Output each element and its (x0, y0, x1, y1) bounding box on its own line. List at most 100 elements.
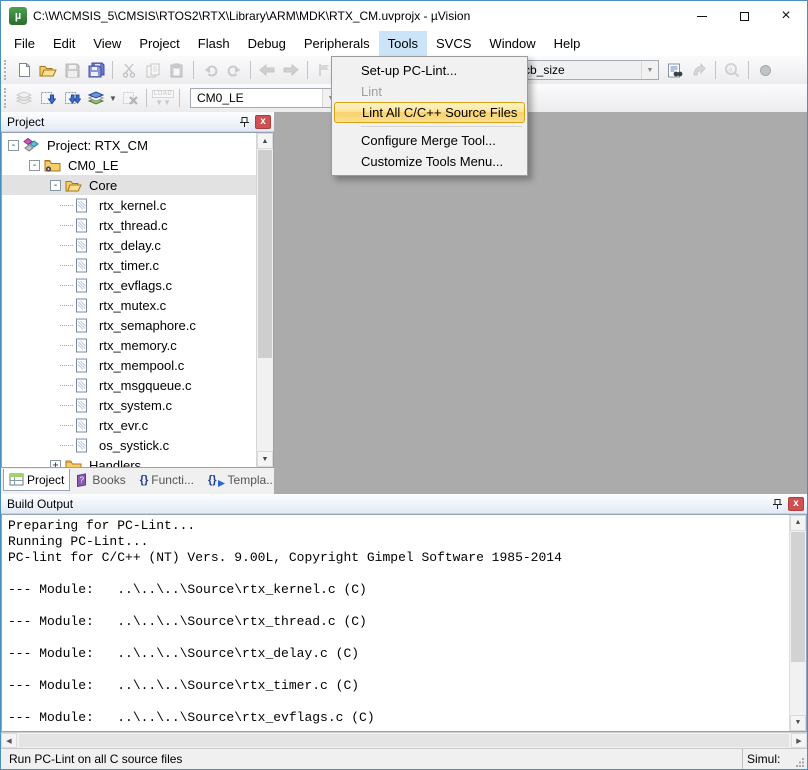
project-tree-scrollbar[interactable]: ▲ ▼ (256, 133, 273, 467)
menu-item-lint-all[interactable]: Lint All C/C++ Source Files (334, 102, 525, 123)
stop-build-button[interactable] (118, 86, 142, 110)
maximize-button[interactable] (723, 1, 765, 31)
find-in-files-button[interactable] (663, 58, 687, 82)
pin-button[interactable] (769, 496, 785, 511)
pin-button[interactable] (236, 114, 252, 129)
tab-functions[interactable]: {} Functi... (135, 469, 199, 491)
navigate-back-button[interactable] (255, 58, 279, 82)
close-button[interactable]: × (765, 1, 807, 31)
incremental-find-button[interactable] (687, 58, 711, 82)
menu-svcs[interactable]: SVCS (427, 31, 480, 56)
tree-item-file[interactable]: rtx_evflags.c (2, 275, 273, 295)
menu-view[interactable]: View (84, 31, 130, 56)
menu-peripherals[interactable]: Peripherals (295, 31, 379, 56)
expand-expander-icon[interactable]: + (50, 460, 61, 469)
new-file-button[interactable] (12, 58, 36, 82)
tab-project[interactable]: Project (3, 469, 70, 491)
translate-button[interactable] (12, 86, 36, 110)
build-output-hscrollbar[interactable]: ◀ ▶ (1, 732, 807, 748)
open-file-button[interactable] (36, 58, 60, 82)
paste-button[interactable] (165, 58, 189, 82)
tree-item-project-root[interactable]: - Project: RTX_CM (2, 135, 273, 155)
menu-flash[interactable]: Flash (189, 31, 239, 56)
tab-books[interactable]: ? Books (70, 469, 130, 491)
tree-item-file[interactable]: rtx_memory.c (2, 335, 273, 355)
log-line: Running PC-Lint... (8, 534, 800, 550)
toolbar-grip[interactable] (4, 60, 8, 80)
undo-button[interactable] (198, 58, 222, 82)
menu-item-customize-tools-menu[interactable]: Customize Tools Menu... (334, 151, 525, 172)
tree-item-file[interactable]: rtx_mutex.c (2, 295, 273, 315)
build-output-vscrollbar[interactable]: ▲ ▼ (789, 515, 806, 731)
minimize-button[interactable] (681, 1, 723, 31)
breakpoint-indicator-button[interactable] (753, 58, 777, 82)
menu-tools[interactable]: Tools (379, 31, 427, 56)
download-button[interactable]: LOAD ▼▼ (151, 86, 175, 110)
tree-item-file[interactable]: rtx_mempool.c (2, 355, 273, 375)
cut-button[interactable] (117, 58, 141, 82)
build-output-close-button[interactable]: x (788, 497, 804, 511)
rebuild-button[interactable] (60, 86, 84, 110)
source-file-icon (75, 357, 92, 373)
scroll-left-button[interactable]: ◀ (1, 733, 17, 748)
tree-item-target-cm0le[interactable]: - CM0_LE (2, 155, 273, 175)
tree-item-file[interactable]: rtx_delay.c (2, 235, 273, 255)
menu-item-setup-pc-lint[interactable]: Set-up PC-Lint... (334, 60, 525, 81)
tree-item-group-core[interactable]: - Core (2, 175, 273, 195)
scroll-up-button[interactable]: ▲ (790, 515, 806, 531)
collapse-expander-icon[interactable]: - (29, 160, 40, 171)
project-panel-close-button[interactable]: x (255, 115, 271, 129)
collapse-expander-icon[interactable]: - (8, 140, 19, 151)
menu-item-lint[interactable]: Lint (334, 81, 525, 102)
menu-help[interactable]: Help (545, 31, 590, 56)
collapse-expander-icon[interactable]: - (50, 180, 61, 191)
find-button[interactable]: a (720, 58, 744, 82)
search-combobox[interactable]: cb_size ▼ (517, 60, 659, 80)
tree-connector (60, 425, 73, 426)
menu-debug[interactable]: Debug (239, 31, 295, 56)
tree-item-file[interactable]: os_systick.c (2, 435, 273, 455)
tree-item-file[interactable]: rtx_msgqueue.c (2, 375, 273, 395)
chevron-down-icon[interactable]: ▼ (641, 61, 658, 79)
menu-window[interactable]: Window (480, 31, 544, 56)
search-value: cb_size (518, 63, 641, 77)
resize-grip[interactable] (792, 749, 807, 769)
navigate-forward-button[interactable] (279, 58, 303, 82)
tree-item-file[interactable]: rtx_semaphore.c (2, 315, 273, 335)
batch-build-button[interactable] (84, 86, 108, 110)
tree-item-file[interactable]: rtx_evr.c (2, 415, 273, 435)
batch-build-dropdown-caret[interactable]: ▼ (108, 94, 118, 103)
toolbar-separator (179, 89, 180, 107)
tab-templates[interactable]: {} Templa... (203, 469, 281, 491)
tree-item-file[interactable]: rtx_timer.c (2, 255, 273, 275)
menu-project[interactable]: Project (130, 31, 188, 56)
log-line: --- Module: ..\..\..\Source\rtx_evflags.… (8, 710, 800, 726)
scroll-thumb[interactable] (791, 532, 805, 662)
copy-button[interactable] (141, 58, 165, 82)
toolbar-grip[interactable] (4, 88, 8, 108)
menu-file[interactable]: File (5, 31, 44, 56)
tree-item-group-handlers[interactable]: + Handlers (2, 455, 273, 468)
save-button[interactable] (60, 58, 84, 82)
scroll-thumb[interactable] (19, 734, 789, 747)
svg-text:a: a (729, 67, 733, 74)
scroll-down-button[interactable]: ▼ (790, 715, 806, 731)
redo-icon (227, 64, 242, 77)
scroll-thumb[interactable] (258, 150, 272, 358)
build-output-log[interactable]: Preparing for PC-Lint... Running PC-Lint… (1, 514, 807, 732)
target-combobox[interactable]: CM0_LE ▼ (190, 88, 340, 108)
menu-edit[interactable]: Edit (44, 31, 84, 56)
redo-button[interactable] (222, 58, 246, 82)
scroll-down-button[interactable]: ▼ (257, 451, 273, 467)
tree-item-file[interactable]: rtx_system.c (2, 395, 273, 415)
tree-item-file[interactable]: rtx_thread.c (2, 215, 273, 235)
build-button[interactable] (36, 86, 60, 110)
menu-item-configure-merge-tool[interactable]: Configure Merge Tool... (334, 130, 525, 151)
scroll-track[interactable] (17, 733, 791, 748)
scroll-up-button[interactable]: ▲ (257, 133, 273, 149)
tree-item-label: rtx_delay.c (96, 238, 164, 253)
status-message: Run PC-Lint on all C source files (1, 752, 742, 766)
scroll-right-button[interactable]: ▶ (791, 733, 807, 748)
tree-item-file[interactable]: rtx_kernel.c (2, 195, 273, 215)
save-all-button[interactable] (84, 58, 108, 82)
